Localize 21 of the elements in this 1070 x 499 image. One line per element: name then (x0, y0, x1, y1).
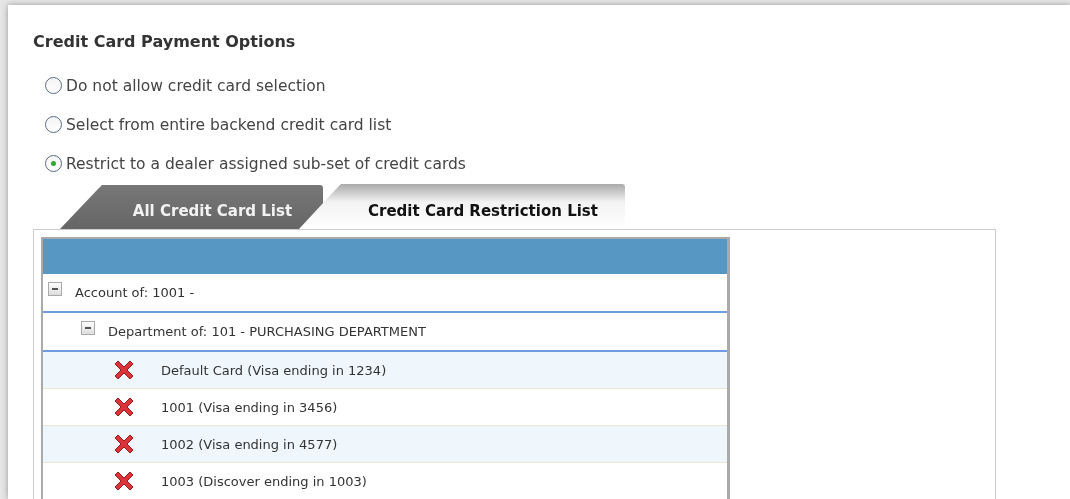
tree-node-label: Department of: 101 - PURCHASING DEPARTMENT (108, 324, 426, 339)
radio-button[interactable] (45, 116, 62, 133)
remove-icon[interactable] (112, 469, 136, 493)
tab[interactable]: All Credit Card List (60, 185, 323, 229)
collapse-icon[interactable] (48, 281, 62, 296)
radio-label[interactable]: Select from entire backend credit card list (66, 115, 392, 134)
radio-label[interactable]: Do not allow credit card selection (66, 76, 326, 95)
collapse-icon[interactable] (81, 320, 95, 335)
tree-node-label: Account of: 1001 - (75, 285, 195, 300)
card-label: 1003 (Discover ending in 1003) (161, 473, 367, 489)
card-label: 1001 (Visa ending in 3456) (161, 399, 338, 415)
remove-icon[interactable] (112, 432, 136, 456)
radio-button[interactable] (45, 77, 62, 94)
remove-icon[interactable] (112, 395, 136, 419)
card-label: Default Card (Visa ending in 1234) (161, 362, 387, 378)
section-title: Credit Card Payment Options (33, 32, 297, 53)
radio-button[interactable] (45, 155, 62, 172)
remove-icon[interactable] (112, 358, 136, 382)
radio-label[interactable]: Restrict to a dealer assigned sub-set of credit cards (66, 154, 466, 173)
card-label: 1002 (Visa ending in 4577) (161, 436, 338, 452)
tab[interactable]: Credit Card Restriction List (299, 184, 625, 229)
